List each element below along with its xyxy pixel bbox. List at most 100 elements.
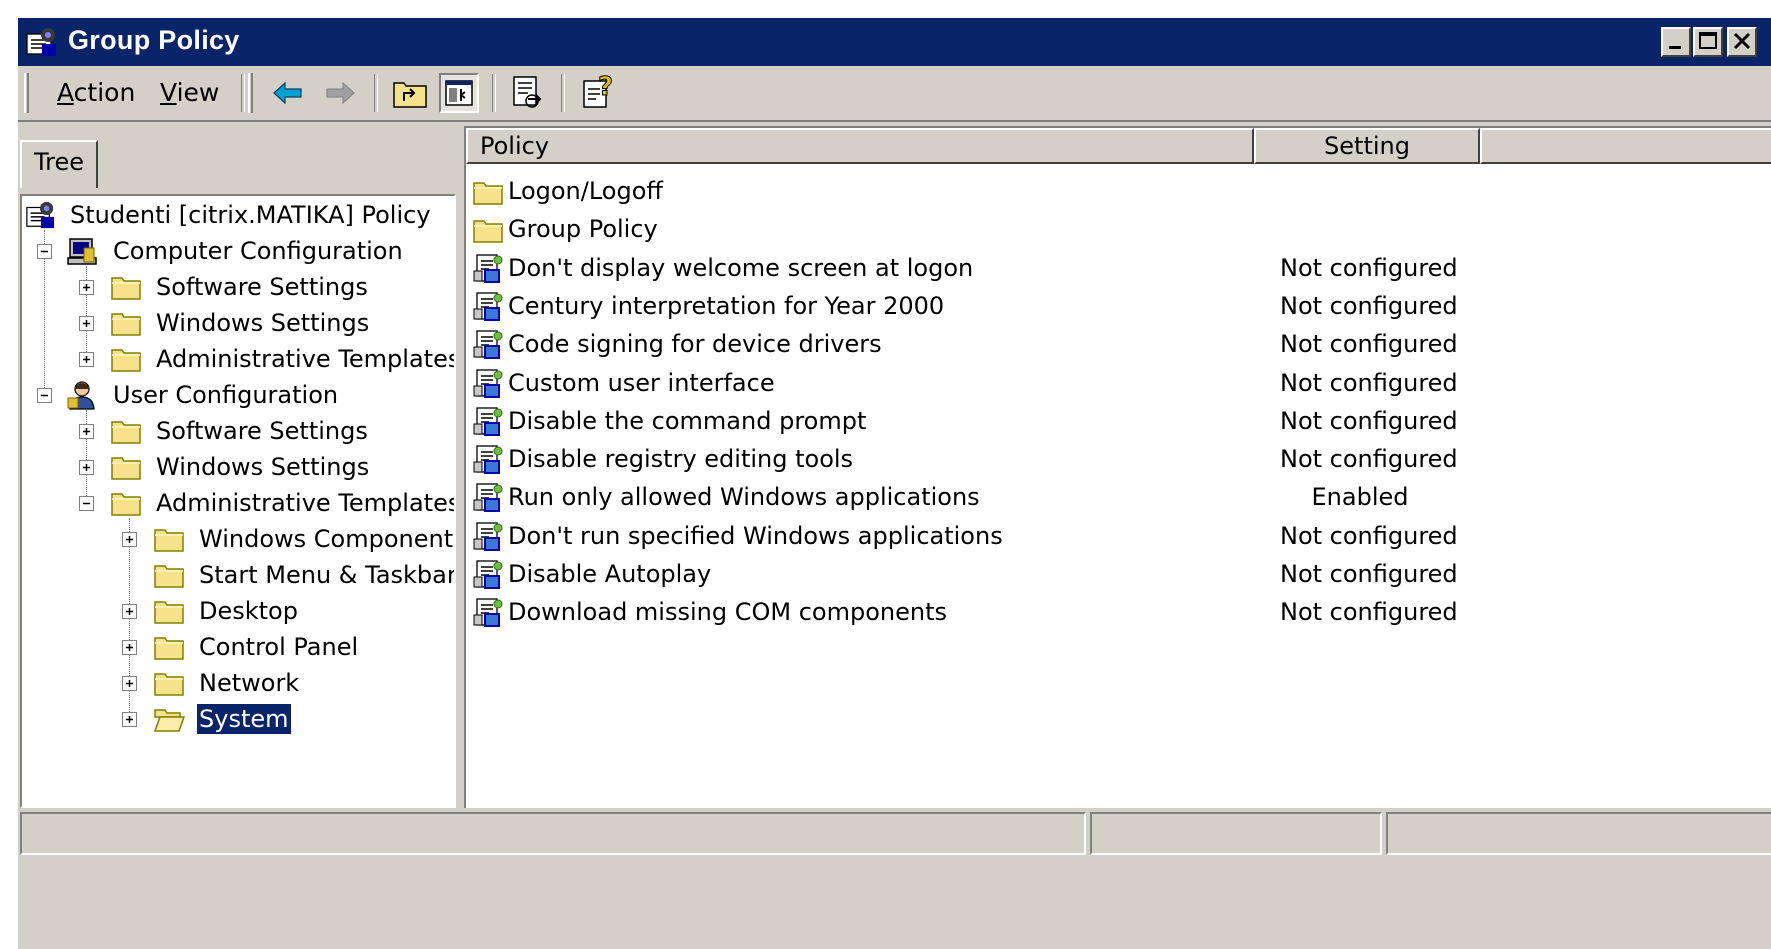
policy-setting-value: Not configured <box>1280 291 1458 320</box>
policy-name: Logon/Logoff <box>508 177 663 205</box>
folder-icon <box>110 308 142 338</box>
menubar-grip[interactable] <box>24 73 29 113</box>
maximize-button[interactable] <box>1693 27 1723 57</box>
expand-toggle[interactable] <box>79 352 94 367</box>
help-button[interactable]: ? <box>578 72 618 113</box>
column-header-label: Setting <box>1324 132 1410 160</box>
plus-icon <box>83 428 90 435</box>
forward-button[interactable] <box>320 73 360 113</box>
user-configuration-icon <box>66 380 98 410</box>
tree-item-label: Windows Settings <box>156 453 370 481</box>
policy-name: Don't run specified Windows applications <box>508 521 1003 550</box>
status-pane-2 <box>1090 812 1382 855</box>
tab-tree[interactable]: Tree <box>20 140 98 188</box>
policy-setting-icon <box>472 291 504 323</box>
column-header-setting[interactable]: Setting <box>1254 128 1480 164</box>
maximize-icon <box>1699 32 1717 49</box>
expand-toggle[interactable] <box>79 424 94 439</box>
expand-toggle[interactable] <box>122 640 137 655</box>
policy-name: Disable registry editing tools <box>508 445 854 474</box>
column-header-label: Policy <box>480 132 550 160</box>
open-folder-icon <box>153 704 185 734</box>
help-icon: ? <box>583 72 614 108</box>
policy-setting-icon <box>472 329 504 361</box>
back-arrow-icon <box>273 81 302 105</box>
folder-icon <box>110 344 142 374</box>
expand-toggle[interactable] <box>122 712 137 727</box>
menu-action[interactable]: Action <box>57 76 135 110</box>
expand-toggle[interactable] <box>79 460 94 475</box>
collapse-toggle[interactable] <box>79 496 94 511</box>
up-one-level-button[interactable] <box>390 73 430 113</box>
collapse-toggle[interactable] <box>37 244 52 259</box>
status-pane-3 <box>1386 812 1771 855</box>
plus-icon <box>83 464 90 471</box>
folder-icon <box>153 524 185 554</box>
menu-view[interactable]: View <box>160 76 219 110</box>
collapse-toggle[interactable] <box>37 388 52 403</box>
folder-icon <box>153 632 185 662</box>
console-tree[interactable]: Studenti [citrix.MATIKA] Policy Computer… <box>20 194 456 808</box>
policy-setting-value: Not configured <box>1280 368 1458 397</box>
computer-configuration-icon <box>66 236 98 266</box>
tree-item-label: User Configuration <box>113 381 339 409</box>
toolbar-separator <box>241 74 245 112</box>
status-pane-main <box>20 812 1086 855</box>
plus-icon <box>126 680 133 687</box>
forward-arrow-icon <box>326 81 355 105</box>
plus-icon <box>126 644 133 651</box>
minus-icon <box>41 394 48 397</box>
tree-item-label-selected: System <box>196 703 292 735</box>
show-hide-tree-button[interactable] <box>439 73 479 113</box>
policy-setting-icon <box>472 482 504 514</box>
export-list-button[interactable] <box>508 73 548 113</box>
policy-setting-icon <box>472 559 504 591</box>
plus-icon <box>83 284 90 291</box>
toolbar-grip[interactable] <box>248 73 253 113</box>
folder-icon <box>110 416 142 446</box>
tree-item-label: Administrative Templates <box>156 345 456 373</box>
expand-toggle[interactable] <box>122 604 137 619</box>
folder-icon <box>110 272 142 302</box>
export-list-icon <box>513 76 542 108</box>
toolbar-separator <box>561 74 565 112</box>
group-policy-app-icon <box>24 26 58 58</box>
folder-icon <box>153 668 185 698</box>
expand-toggle[interactable] <box>122 676 137 691</box>
folder-icon <box>472 214 504 246</box>
group-policy-object-icon <box>24 200 56 230</box>
minimize-icon <box>1669 46 1681 49</box>
back-button[interactable] <box>268 73 308 113</box>
tree-item-label: Control Panel <box>199 633 359 661</box>
policy-setting-icon <box>472 253 504 285</box>
folder-icon <box>110 452 142 482</box>
policy-name: Century interpretation for Year 2000 <box>508 291 945 320</box>
plus-icon <box>83 320 90 327</box>
policy-setting-value: Not configured <box>1280 598 1458 627</box>
close-button[interactable] <box>1727 27 1757 57</box>
folder-icon <box>110 488 142 518</box>
column-header-empty[interactable] <box>1480 128 1771 164</box>
policy-setting-icon <box>472 597 504 629</box>
policy-setting-icon <box>472 444 504 476</box>
minus-icon <box>41 250 48 253</box>
policy-setting-icon <box>472 521 504 553</box>
tree-item-label: Network <box>199 669 300 697</box>
policy-name: Code signing for device drivers <box>508 330 882 359</box>
plus-icon <box>126 536 133 543</box>
policy-name: Group Policy <box>508 215 658 244</box>
column-header-policy[interactable]: Policy <box>466 128 1254 164</box>
details-list[interactable]: Policy Setting Logon/Logoff Group Policy D… <box>464 126 1771 808</box>
tree-item-label: Desktop <box>199 597 298 625</box>
tree-item-label: Start Menu & Taskbar <box>199 561 456 589</box>
group-policy-window: Group Policy Action View ? Tree Studenti… <box>16 16 1771 949</box>
expand-toggle[interactable] <box>79 280 94 295</box>
tree-item-label: Windows Settings <box>156 309 370 337</box>
expand-toggle[interactable] <box>122 532 137 547</box>
minimize-button[interactable] <box>1661 27 1691 57</box>
menu-toolbar: Action View ? <box>18 66 1771 122</box>
policy-name: Disable Autoplay <box>508 560 712 588</box>
expand-toggle[interactable] <box>79 316 94 331</box>
folder-icon <box>153 596 185 626</box>
window-title: Group Policy <box>68 25 240 55</box>
